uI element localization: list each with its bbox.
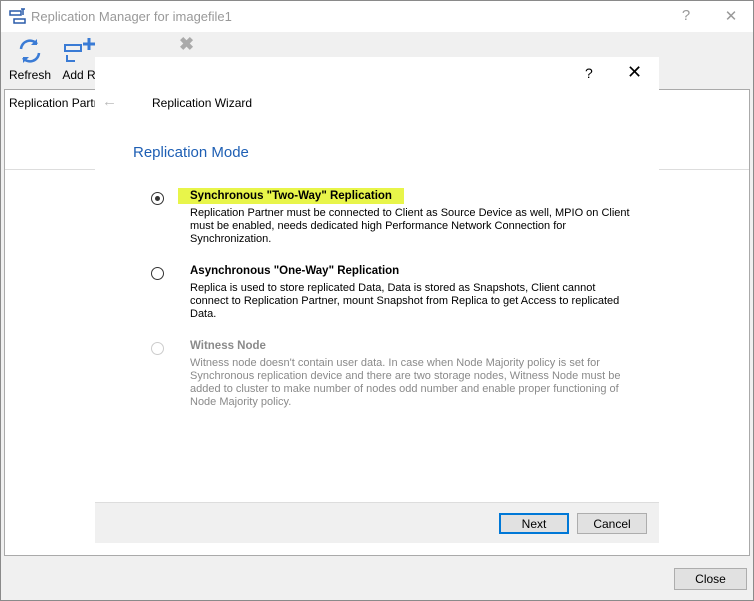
back-arrow-icon[interactable]: ← <box>102 93 117 110</box>
refresh-icon <box>19 39 41 63</box>
option-description: Replica is used to store replicated Data… <box>190 282 620 320</box>
add-label: Add R <box>62 68 96 82</box>
option-description: Witness node doesn't contain user data. … <box>190 357 621 408</box>
page-heading: Replication Mode <box>133 144 249 161</box>
option-title: Synchronous "Two-Way" Replication <box>178 188 404 204</box>
dialog-help-button[interactable]: ? <box>585 65 593 81</box>
window-title: Replication Manager for imagefile1 <box>31 9 232 24</box>
option-description: Replication Partner must be connected to… <box>190 207 630 245</box>
title-bar: Replication Manager for imagefile1 ? ✕ <box>1 1 753 32</box>
wizard-title: Replication Wizard <box>152 96 253 110</box>
refresh-label: Refresh <box>9 68 52 82</box>
radio-asynchronous[interactable] <box>151 267 164 280</box>
add-partner-icon <box>64 38 95 62</box>
option-title: Witness Node <box>190 340 266 352</box>
add-replica-button[interactable]: Add R <box>62 36 96 82</box>
close-button[interactable]: Close <box>674 568 747 590</box>
dialog-close-button[interactable]: ✕ <box>627 62 642 83</box>
remove-icon[interactable]: ✖ <box>179 34 194 55</box>
column-replication-partner[interactable]: Replication Partn <box>9 96 100 110</box>
radio-synchronous[interactable] <box>151 192 164 205</box>
dialog-footer: Next Cancel <box>95 502 659 543</box>
help-button[interactable]: ? <box>671 7 701 24</box>
radio-witness-node <box>151 342 164 355</box>
refresh-button[interactable]: Refresh <box>9 36 51 82</box>
app-icon <box>9 8 26 24</box>
replication-wizard-dialog: ? ✕ ← Replication Wizard Replication Mod… <box>95 57 659 555</box>
next-button[interactable]: Next <box>499 513 569 534</box>
option-title: Asynchronous "One-Way" Replication <box>190 265 400 277</box>
window-close-button[interactable]: ✕ <box>716 7 746 25</box>
cancel-button[interactable]: Cancel <box>577 513 647 534</box>
